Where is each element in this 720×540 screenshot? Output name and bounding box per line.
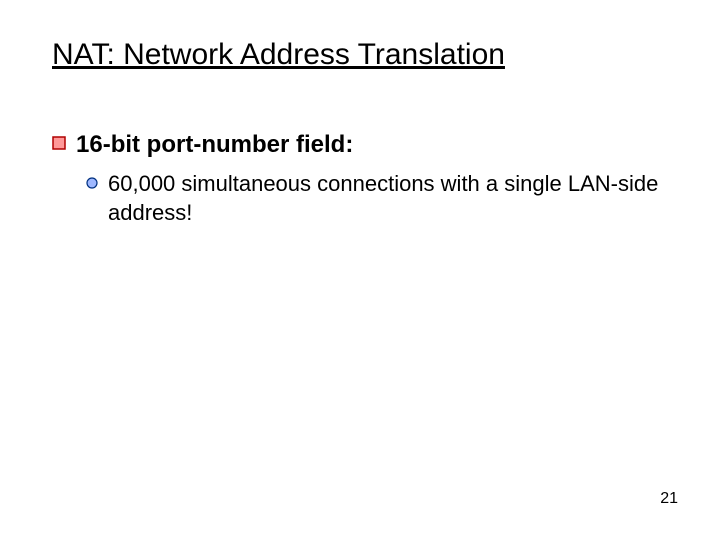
slide-body: 16-bit port-number field: 60,000 simulta…: [52, 130, 660, 227]
slide: NAT: Network Address Translation 16-bit …: [0, 0, 720, 540]
square-bullet-icon: [52, 136, 66, 150]
bullet-level1: 16-bit port-number field:: [52, 130, 660, 160]
slide-title: NAT: Network Address Translation: [52, 38, 505, 72]
bullet-level2: 60,000 simultaneous connections with a s…: [86, 170, 660, 227]
page-number: 21: [660, 490, 678, 508]
circle-bullet-icon: [86, 177, 98, 189]
bullet-level2-text: 60,000 simultaneous connections with a s…: [108, 170, 660, 227]
bullet-level1-text: 16-bit port-number field:: [76, 130, 353, 160]
